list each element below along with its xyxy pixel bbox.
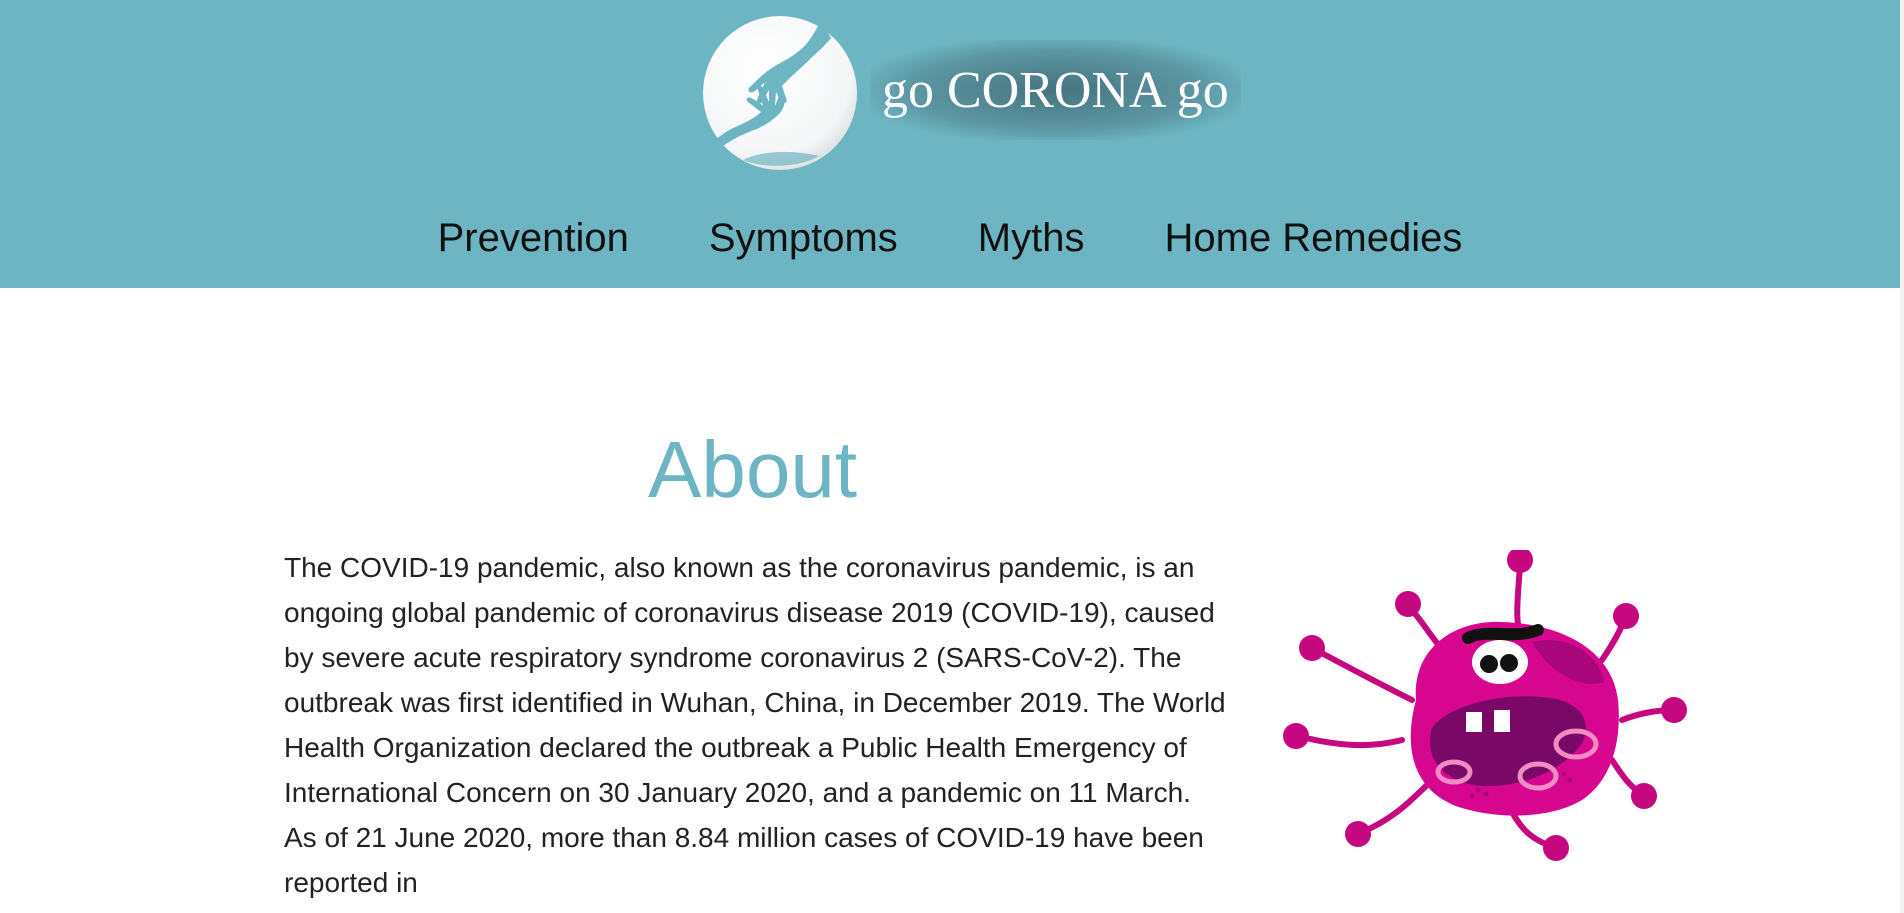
nav-item-symptoms[interactable]: Symptoms — [669, 208, 938, 268]
nav-item-prevention[interactable]: Prevention — [398, 208, 669, 268]
site-header: go CORONA go Prevention Symptoms Myths H… — [0, 0, 1900, 288]
main-nav: Prevention Symptoms Myths Home Remedies — [0, 208, 1900, 268]
cartoon-virus-icon — [1282, 550, 1692, 870]
caring-hands-icon[interactable] — [703, 16, 857, 170]
about-heading: About — [648, 425, 858, 514]
scrollbar-track[interactable] — [1900, 0, 1904, 913]
nav-item-myths[interactable]: Myths — [938, 208, 1125, 268]
nav-item-home-remedies[interactable]: Home Remedies — [1124, 208, 1502, 268]
page: go CORONA go Prevention Symptoms Myths H… — [0, 0, 1904, 913]
about-paragraph: The COVID-19 pandemic, also known as the… — [284, 552, 1226, 898]
brand-title[interactable]: go CORONA go — [870, 40, 1241, 140]
